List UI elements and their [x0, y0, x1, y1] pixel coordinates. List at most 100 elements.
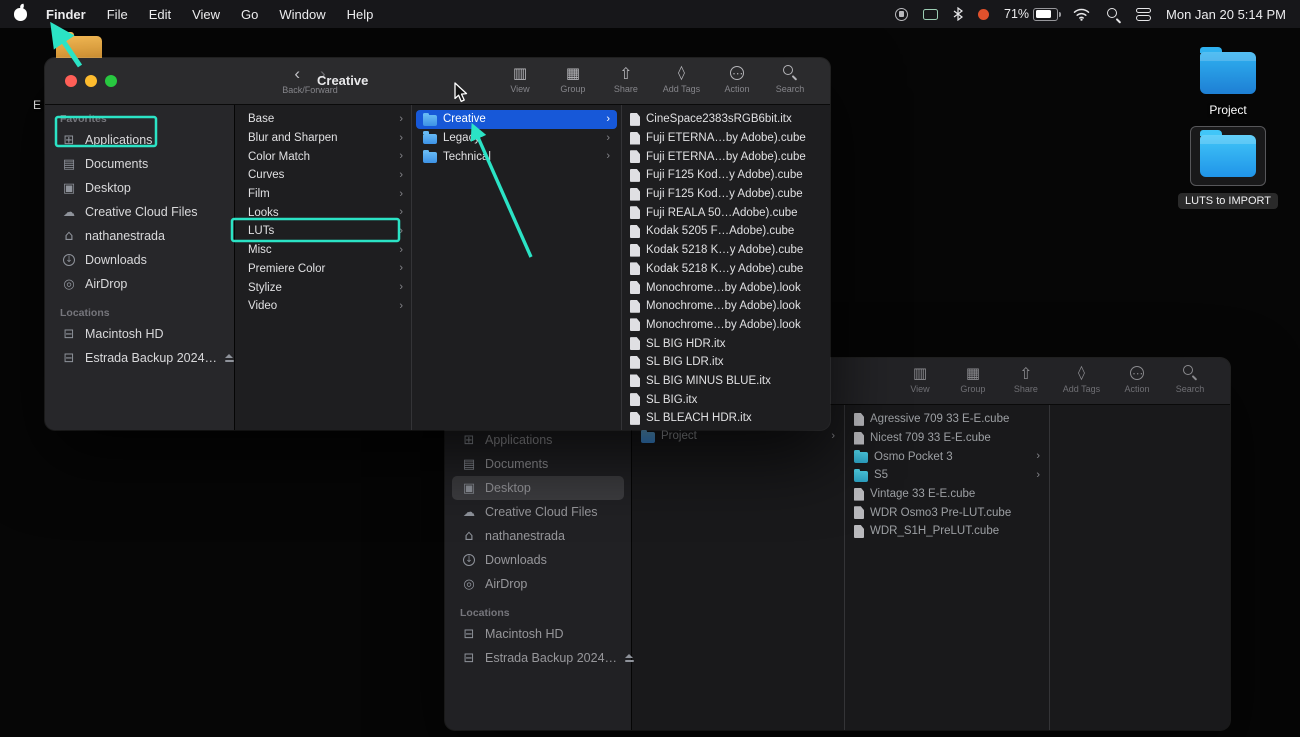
- menu-item[interactable]: Edit: [149, 7, 171, 22]
- list-item[interactable]: CineSpace2383sRGB6bit.itx: [622, 110, 830, 129]
- document-icon: [630, 393, 640, 407]
- back-button[interactable]: ‹: [294, 65, 300, 82]
- toolbar-button[interactable]: Share: [1010, 364, 1042, 394]
- list-item[interactable]: Color Match ›: [235, 147, 411, 166]
- menu-item[interactable]: Help: [347, 7, 374, 22]
- wifi-icon[interactable]: [1073, 5, 1090, 23]
- sidebar-item[interactable]: Creative Cloud Files: [52, 200, 227, 224]
- toolbar-button[interactable]: View: [904, 364, 936, 394]
- title-bar[interactable]: ‹ › Back/Forward Creative View Group: [45, 58, 830, 105]
- list-item[interactable]: Vintage 33 E-E.cube ›: [845, 485, 1049, 504]
- menu-item[interactable]: Go: [241, 7, 258, 22]
- screen-mirroring-icon[interactable]: [923, 8, 938, 20]
- list-item[interactable]: Monochrome…by Adobe).look: [622, 278, 830, 297]
- toolbar-button[interactable]: View: [504, 64, 536, 94]
- list-item[interactable]: Agressive 709 33 E-E.cube ›: [845, 410, 1049, 429]
- list-item[interactable]: Nicest 709 33 E-E.cube ›: [845, 429, 1049, 448]
- list-item[interactable]: SL BIG.itx: [622, 390, 830, 409]
- list-item[interactable]: Osmo Pocket 3 ›: [845, 447, 1049, 466]
- list-item[interactable]: Creative ›: [416, 110, 617, 129]
- list-item[interactable]: LUTs ›: [235, 222, 411, 241]
- finder-window-front[interactable]: ‹ › Back/Forward Creative View Group: [45, 58, 830, 430]
- toolbar-button[interactable]: Group: [957, 364, 989, 394]
- sidebar-item[interactable]: Estrada Backup 2024…: [52, 346, 227, 370]
- toolbar-button[interactable]: Action: [1121, 364, 1153, 394]
- list-item[interactable]: Misc ›: [235, 241, 411, 260]
- list-item[interactable]: Technical ›: [416, 147, 617, 166]
- list-item[interactable]: WDR Osmo3 Pre-LUT.cube ›: [845, 503, 1049, 522]
- sidebar-item[interactable]: Documents: [452, 452, 624, 476]
- list-item[interactable]: Base ›: [235, 110, 411, 129]
- desktop-icon-project[interactable]: Project: [1180, 47, 1276, 117]
- downloads-icon: [461, 554, 477, 566]
- toolbar-button[interactable]: Search: [774, 64, 806, 94]
- toolbar-button[interactable]: Action: [721, 64, 753, 94]
- list-item[interactable]: Kodak 5205 F…Adobe).cube: [622, 222, 830, 241]
- toolbar-button[interactable]: Group: [557, 64, 589, 94]
- sidebar-item[interactable]: Downloads: [52, 248, 227, 272]
- eject-icon[interactable]: [225, 354, 234, 361]
- sidebar-item[interactable]: nathanestrada: [52, 224, 227, 248]
- apple-menu-icon[interactable]: [14, 7, 27, 21]
- menu-item[interactable]: Finder: [46, 7, 86, 22]
- sidebar-item[interactable]: Desktop: [452, 476, 624, 500]
- sidebar-item[interactable]: Desktop: [52, 176, 227, 200]
- list-item[interactable]: SL BIG HDR.itx: [622, 334, 830, 353]
- menu-item[interactable]: File: [107, 7, 128, 22]
- toolbar-button[interactable]: Share: [610, 64, 642, 94]
- list-item[interactable]: Curves ›: [235, 166, 411, 185]
- sidebar-item[interactable]: Applications: [452, 428, 624, 452]
- list-item[interactable]: SL BIG MINUS BLUE.itx: [622, 372, 830, 391]
- sidebar-item[interactable]: nathanestrada: [452, 524, 624, 548]
- sidebar: Favorites Applications Documents: [445, 405, 632, 730]
- menu-bar-clock[interactable]: Mon Jan 20 5:14 PM: [1166, 7, 1286, 22]
- list-item[interactable]: Monochrome…by Adobe).look: [622, 316, 830, 335]
- list-item[interactable]: Premiere Color ›: [235, 260, 411, 279]
- list-item[interactable]: Blur and Sharpen ›: [235, 129, 411, 148]
- menu-items: Finder File Edit View Go Window Help: [46, 7, 373, 22]
- list-item[interactable]: S5 ›: [845, 466, 1049, 485]
- sidebar-item[interactable]: Downloads: [452, 548, 624, 572]
- list-item[interactable]: Monochrome…by Adobe).look: [622, 297, 830, 316]
- sidebar-item[interactable]: Macintosh HD: [452, 622, 624, 646]
- list-item[interactable]: Fuji ETERNA…by Adobe).cube: [622, 129, 830, 148]
- list-item[interactable]: Fuji ETERNA…by Adobe).cube: [622, 147, 830, 166]
- sidebar-item[interactable]: Macintosh HD: [52, 322, 227, 346]
- list-item[interactable]: Fuji REALA 50…Adobe).cube: [622, 203, 830, 222]
- record-indicator-icon[interactable]: [978, 8, 989, 20]
- control-center-icon[interactable]: [1136, 7, 1152, 21]
- menu-item[interactable]: Window: [279, 7, 325, 22]
- battery-status[interactable]: 71%: [1004, 5, 1062, 23]
- list-item[interactable]: WDR_S1H_PreLUT.cube ›: [845, 522, 1049, 541]
- toolbar-button[interactable]: Add Tags: [663, 64, 700, 94]
- toolbar-button[interactable]: Add Tags: [1063, 364, 1100, 394]
- menu-item[interactable]: View: [192, 7, 220, 22]
- screen-recording-stop-icon[interactable]: [895, 7, 908, 21]
- spotlight-search-icon[interactable]: [1105, 6, 1121, 22]
- list-item[interactable]: Looks ›: [235, 203, 411, 222]
- list-item[interactable]: SL BLEACH HDR.itx: [622, 409, 830, 428]
- sidebar-item[interactable]: AirDrop: [52, 272, 227, 296]
- document-icon: [630, 206, 640, 220]
- sidebar-item[interactable]: Documents: [52, 152, 227, 176]
- minimize-button[interactable]: [85, 75, 97, 87]
- sidebar-item[interactable]: Creative Cloud Files: [452, 500, 624, 524]
- desktop-icon-luts-to-import[interactable]: LUTS to IMPORT: [1178, 126, 1278, 209]
- list-item[interactable]: Legacy ›: [416, 129, 617, 148]
- zoom-button[interactable]: [105, 75, 117, 87]
- list-item[interactable]: Kodak 5218 K…y Adobe).cube: [622, 260, 830, 279]
- close-button[interactable]: [65, 75, 77, 87]
- sidebar-item[interactable]: AirDrop: [452, 572, 624, 596]
- list-item[interactable]: Video ›: [235, 297, 411, 316]
- list-item[interactable]: Kodak 5218 K…y Adobe).cube: [622, 241, 830, 260]
- list-item[interactable]: Stylize ›: [235, 278, 411, 297]
- toolbar-button[interactable]: Search: [1174, 364, 1206, 394]
- list-item[interactable]: Fuji F125 Kod…y Adobe).cube: [622, 185, 830, 204]
- list-item[interactable]: SL BIG LDR.itx: [622, 353, 830, 372]
- bluetooth-icon[interactable]: [953, 5, 963, 23]
- sidebar-item[interactable]: Applications: [52, 128, 227, 152]
- list-item[interactable]: Fuji F125 Kod…y Adobe).cube: [622, 166, 830, 185]
- sidebar-item[interactable]: Estrada Backup 2024…: [452, 646, 624, 670]
- list-item[interactable]: Film ›: [235, 185, 411, 204]
- desktop-icon-label: LUTS to IMPORT: [1178, 193, 1278, 209]
